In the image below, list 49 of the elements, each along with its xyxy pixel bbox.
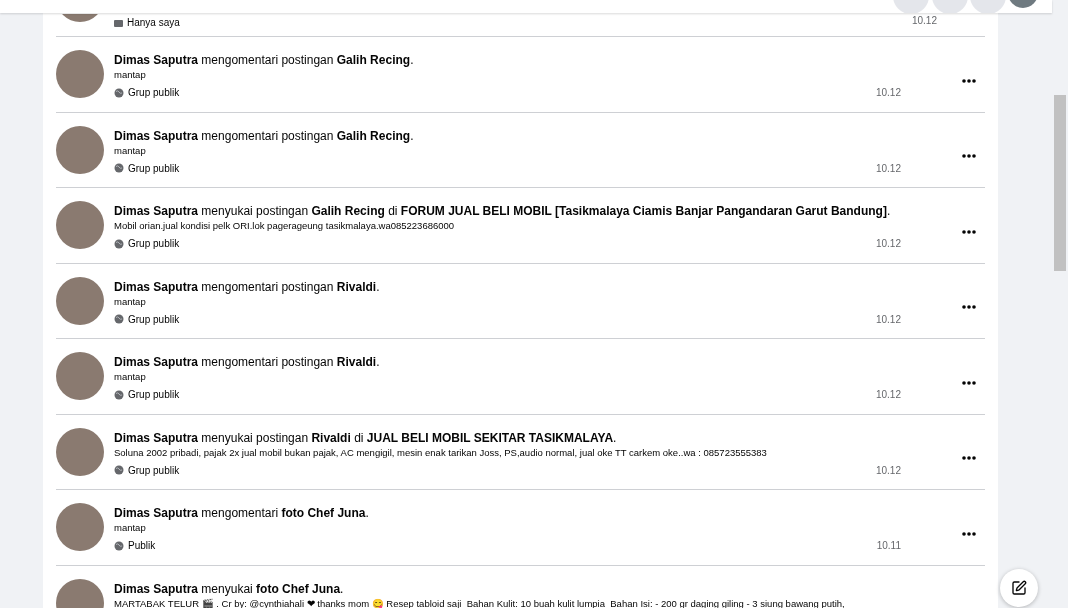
privacy-label: Grup publik	[128, 463, 180, 478]
post-snippet: mantap	[114, 521, 147, 534]
post-snippet: Soluna 2002 pribadi, pajak 2x jual mobil bukan pajak, AC mengigil, mesin enak tarikan Joss, PS,audio normal, jual oke TT carkem oke..wa : 085723555383	[114, 445, 768, 459]
avatar-photo-placeholder[interactable]	[56, 503, 104, 551]
activity-headline: Dimas Saputra mengomentari postingan Galih Recing.	[114, 127, 415, 144]
more-icon	[962, 154, 976, 159]
activity-headline: Dimas Saputra mengomentari postingan Rivaldi.	[114, 278, 381, 295]
timestamp[interactable]: 10.11	[876, 538, 901, 553]
post-snippet: mantap	[114, 68, 147, 81]
timestamp[interactable]: 10.12	[875, 160, 901, 176]
privacy-label: Grup publik	[128, 388, 180, 402]
privacy-label: Grup publik	[128, 161, 180, 176]
post-snippet: MARTABAK TELUR 🎬 . Cr by: @cynthiahali ❤ thanks mom 😋 Resep tabloid saji Bahan Kulit: 10 buah kulit lumpia Bahan Isi: - 200 gr daging giling - 3 siung bawang putih,	[114, 596, 846, 608]
activity-headline: Dimas Saputra menyukai foto Chef Juna.	[114, 580, 345, 597]
activity-headline: Dimas Saputra mengomentari foto Chef Juna.	[114, 505, 370, 521]
timestamp[interactable]: 10.12	[875, 236, 901, 251]
more-icon	[962, 305, 976, 310]
activity-headline: Dimas Saputra menyukai postingan Rivaldi di JUAL BELI MOBIL SEKITAR TASIKMALAYA.	[114, 429, 618, 446]
timestamp[interactable]: 10.12	[875, 85, 901, 100]
edit-icon	[1011, 580, 1027, 596]
privacy-label: Hanya saya	[127, 16, 180, 30]
more-icon	[962, 229, 976, 234]
avatar-photo-placeholder[interactable]	[56, 427, 104, 476]
more-icon	[962, 456, 976, 461]
timestamp[interactable]: 10.12	[875, 462, 901, 478]
timestamp[interactable]: 10.12	[911, 13, 937, 28]
avatar-photo-placeholder[interactable]	[56, 352, 104, 400]
privacy-label: Publik	[128, 539, 156, 553]
timestamp[interactable]: 10.12	[875, 387, 901, 402]
avatar-photo-placeholder[interactable]	[56, 201, 104, 249]
timestamp[interactable]: 10.12	[875, 311, 901, 327]
privacy-label: Grup publik	[128, 86, 180, 100]
post-snippet: mantap	[114, 294, 147, 308]
avatar-photo-placeholder[interactable]	[56, 50, 104, 98]
scrollbar-thumb[interactable]	[1054, 95, 1066, 271]
more-icon	[962, 531, 976, 536]
avatar-photo-placeholder[interactable]	[56, 276, 104, 325]
more-icon	[962, 78, 976, 83]
post-snippet: mantap	[114, 143, 147, 157]
privacy-label: Grup publik	[128, 237, 180, 251]
avatar-photo-placeholder[interactable]	[56, 125, 104, 174]
post-snippet: Mobil orian.jual kondisi pelk ORI.lok pagerageung tasikmalaya.wa085223686000	[114, 219, 456, 232]
compose-button[interactable]	[1000, 569, 1038, 607]
post-snippet: mantap	[114, 370, 147, 383]
activity-headline: Dimas Saputra mengomentari postingan Galih Recing.	[114, 52, 415, 68]
more-icon	[962, 380, 976, 385]
activity-headline: Dimas Saputra menyukai postingan Galih Recing di FORUM JUAL BELI MOBIL [Tasikmalaya Ciamis Banjar Pangandaran Garut Bandung].	[114, 203, 892, 219]
privacy-label: Grup publik	[128, 312, 180, 327]
activity-headline: Dimas Saputra mengomentari postingan Rivaldi.	[114, 354, 381, 370]
